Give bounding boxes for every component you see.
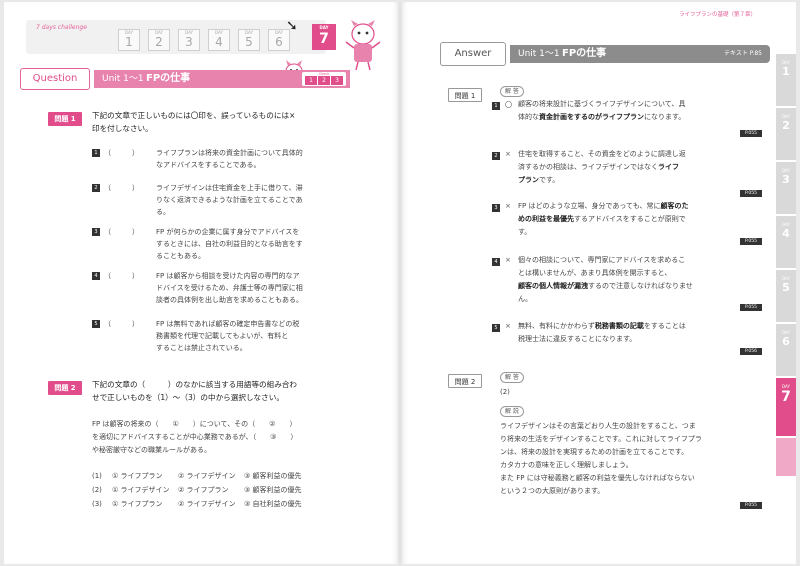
answer-1-item-1-mark: 〇 — [505, 101, 512, 109]
answer-2-answer: (2) — [500, 388, 510, 396]
answer-1-badge: 問題 1 — [448, 88, 482, 102]
day-box-5: DAY 5 — [238, 29, 260, 51]
day-challenge-strip: 7 days challenge DAY 1 DAY 2 DAY 3 DAY 4 DAY… — [26, 20, 336, 54]
side-tab-day-4[interactable]: DAY 4 — [776, 214, 796, 268]
answer-2-explanation-tag: 解 説 — [500, 406, 524, 417]
answer-1-item-2-text: 住宅を取得すること、その資金をどのように調達し返 済するかの相談は、ライフデザイ… — [518, 150, 686, 184]
side-tab-day-7-active[interactable]: DAY 7 — [776, 376, 796, 436]
answer-1-item-5-number: 5 — [492, 324, 500, 332]
challenge-label: 7 days challenge — [36, 24, 87, 31]
problem-1-item-2: 2 （ ）ライフデザインは住宅資金を上手に借りて、滞 りなく返済できるような計画を… — [92, 182, 362, 218]
answer-1-item-2-ref: P.055 — [740, 190, 762, 197]
check-box-1[interactable]: 1 — [305, 76, 317, 85]
problem-2-text: 下記の文章の（ ）のなかに該当する用語等の組み合わ せで正しいものを（1）～（3… — [92, 380, 298, 402]
side-tab-extra — [776, 436, 796, 476]
unit-label: Unit 1～1 — [102, 74, 144, 84]
day-box-2: DAY 2 — [148, 29, 170, 51]
day-box-1: DAY 1 — [118, 29, 140, 51]
problem-2-badge: 問題 2 — [48, 381, 82, 395]
answer-page: ライフプランの基礎（第７章） Answer Unit 1～1 FPの仕事 テキス… — [400, 2, 796, 564]
answer-badge: Answer — [440, 42, 506, 66]
section-title: FPの仕事 — [146, 73, 191, 84]
answer-header: Answer Unit 1～1 FPの仕事 テキスト P.85 — [440, 42, 770, 68]
section-title: FPの仕事 — [562, 48, 607, 59]
option-row-3[interactable]: (3) ① ライフプラン ② ライフデザイン ③ 自社利益の優先 — [92, 497, 362, 511]
answer-1-item-5-text: 無料、有料にかかわらず税務書類の記載をすることは 税理士法に違反することになりま… — [518, 322, 686, 343]
problem-1-badge: 問題 1 — [48, 112, 82, 126]
check-boxes: Check 1 2 3 — [302, 72, 346, 86]
option-row-2[interactable]: (2) ① ライフデザイン ② ライフプラン ③ 顧客利益の優先 — [92, 483, 362, 497]
answer-1-item-5-ref: P.056 — [740, 348, 762, 355]
answer-1-tag: 解 答 — [500, 86, 524, 97]
running-head: ライフプランの基礎（第７章） — [678, 12, 756, 18]
answer-2-badge: 問題 2 — [448, 374, 482, 388]
answer-1-item-3-text: FP はどのような立場、身分であっても、常に顧客のた めの利益を最優先するアドバ… — [518, 202, 689, 236]
answer-1-item-4-mark: × — [505, 256, 511, 264]
answer-1-item-5-mark: × — [505, 322, 511, 330]
day-box-4: DAY 4 — [208, 29, 230, 51]
side-tab-day-2[interactable]: DAY 2 — [776, 106, 796, 160]
text-page-ref: テキスト P.85 — [724, 50, 762, 57]
answer-1-item-2-mark: × — [505, 150, 511, 158]
answer-title-bar: Unit 1～1 FPの仕事 テキスト P.85 — [510, 45, 770, 63]
question-header: Question Unit 1～1 FPの仕事 Check 1 2 3 — [20, 68, 350, 90]
problem-2-body: FP は顧客の将来の（ ① ）について、その（ ② ） を適切にアドバイスするこ… — [92, 420, 298, 454]
answer-1-item-3-number: 3 — [492, 204, 500, 212]
problem-1-item-3: 3 （ ） FP が何らかの企業に属す身分でアドバイスを するときには、自社の利益目… — [92, 226, 362, 262]
side-tab-day-1[interactable]: DAY 1 — [776, 52, 796, 106]
answer-1-item-1-number: 1 — [492, 102, 500, 110]
answer-2-answer-tag: 解 答 — [500, 372, 524, 383]
side-tab-day-6[interactable]: DAY 6 — [776, 322, 796, 376]
mascot-character-icon — [345, 20, 381, 71]
answer-1-item-4-text: 個々の相談について、専門家にアドバイスを求めるこ とは構いませんが、あまり具体例… — [518, 256, 693, 303]
answer-2-explanation: ライフデザインはその言葉どおり人生の設計をすること、つま り将来の生活をデザイン… — [500, 422, 702, 495]
problem-1-text: 下記の文章で正しいものには〇印を、誤っているものには× 印を付しなさい。 — [92, 111, 296, 133]
problem-1-item-1: 1 （ ）ライフプランは将来の資金計画について具体的 なアドバイスをすることである… — [92, 147, 362, 171]
day-box-7-active: DAY 7 — [312, 24, 336, 50]
question-badge: Question — [20, 68, 90, 90]
side-tab-day-5[interactable]: DAY 5 — [776, 268, 796, 322]
answer-2-ref: P.055 — [740, 502, 762, 509]
answer-1-item-1-text: 顧客の将来設計に基づくライフデザインについて、具 体的な資金計画をするのがライフ… — [518, 100, 686, 121]
question-page: 7 days challenge DAY 1 DAY 2 DAY 3 DAY 4 DAY… — [4, 2, 400, 564]
arrow-pointer-icon: ➘ — [286, 18, 298, 34]
answer-1-item-3-mark: × — [505, 202, 511, 210]
question-title-bar: Unit 1～1 FPの仕事 Check 1 2 3 — [94, 70, 350, 88]
problem-2-options: (1) ① ライフプラン ② ライフデザイン ③ 顧客利益の優先 (2) ① ライフデザ… — [92, 469, 362, 511]
unit-label: Unit 1～1 — [518, 49, 560, 59]
check-box-2[interactable]: 2 — [318, 76, 330, 85]
book-spread: 7 days challenge DAY 1 DAY 2 DAY 3 DAY 4 DAY… — [4, 2, 796, 564]
answer-1-item-4-number: 4 — [492, 258, 500, 266]
day-box-3: DAY 3 — [178, 29, 200, 51]
problem-1-item-4: 4 （ ） FP は顧客から相談を受けた内容の専門的なア ドバイスを受けるため、弁護… — [92, 270, 362, 306]
option-row-1[interactable]: (1) ① ライフプラン ② ライフデザイン ③ 顧客利益の優先 — [92, 469, 362, 483]
answer-1-item-1-ref: P.055 — [740, 130, 762, 137]
side-tab-day-3[interactable]: DAY 3 — [776, 160, 796, 214]
answer-1-item-3-ref: P.055 — [740, 238, 762, 245]
check-box-3[interactable]: 3 — [331, 76, 343, 85]
problem-1-item-5: 5 （ ） FP は無料であれば顧客の確定申告書などの税 務書類を代理で記載してもよ… — [92, 318, 362, 354]
answer-1-item-4-ref: P.055 — [740, 304, 762, 311]
answer-1-item-2-number: 2 — [492, 152, 500, 160]
